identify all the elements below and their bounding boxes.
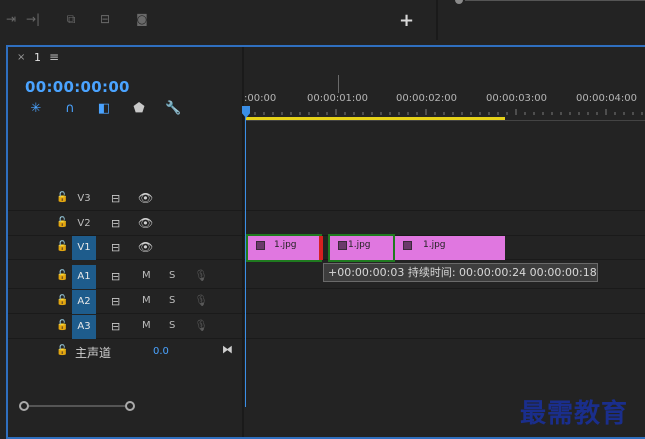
- track-v2: 🔓 V2 ⊟ 👁: [8, 212, 645, 236]
- monitor-controls: ⇥ →| ⧉ ⊟ ◙ +: [0, 0, 438, 40]
- wrench-icon[interactable]: 🔧: [165, 101, 181, 117]
- scrubber-knob[interactable]: [455, 0, 463, 4]
- playhead-timecode[interactable]: 00:00:00:00: [25, 78, 130, 96]
- close-tab-icon[interactable]: ×: [17, 52, 25, 63]
- insert-icon[interactable]: →|: [24, 12, 42, 26]
- ruler-baseline: [246, 120, 645, 121]
- sync-lock-icon[interactable]: ⊟: [111, 295, 120, 308]
- camera-icon[interactable]: ◙: [133, 12, 151, 26]
- ruler-ticks: [246, 109, 643, 115]
- lock-icon[interactable]: 🔓: [56, 345, 68, 356]
- clip[interactable]: 1.jpg: [246, 234, 322, 262]
- mute-button[interactable]: M: [142, 270, 151, 281]
- snap-icon[interactable]: ∩: [62, 101, 78, 117]
- clip[interactable]: 1.jpg: [328, 234, 395, 262]
- lock-icon[interactable]: 🔓: [56, 192, 68, 203]
- ruler-label: 00:00:04:00: [576, 93, 638, 104]
- sync-lock-icon[interactable]: ⊟: [111, 217, 120, 230]
- eye-icon[interactable]: 👁: [138, 191, 153, 205]
- ruler-label: 00:00:03:00: [486, 93, 548, 104]
- track-header: 🔓 V2 ⊟ 👁: [8, 212, 244, 236]
- master-label: 主声道: [75, 346, 112, 360]
- program-monitor-strip: ⇥ →| ⧉ ⊟ ◙ +: [0, 0, 645, 40]
- scrubber-track: [465, 0, 645, 1]
- ruler-label: 00:00:01:00: [307, 93, 369, 104]
- sync-lock-icon[interactable]: ⊟: [111, 270, 120, 283]
- clip-name: 1.jpg: [423, 240, 446, 250]
- fx-badge-icon: [256, 241, 265, 250]
- transition-marker[interactable]: [319, 236, 323, 260]
- clip[interactable]: 1.jpg: [395, 236, 505, 260]
- export-frame-icon[interactable]: ⊟: [96, 12, 114, 26]
- track-a3: 🔓 A3 ⊟ M S 🎙: [8, 315, 645, 339]
- clip-name: 1.jpg: [348, 240, 371, 250]
- clip-name: 1.jpg: [274, 240, 297, 250]
- microphone-icon[interactable]: 🎙: [194, 269, 208, 282]
- lock-icon[interactable]: 🔓: [56, 295, 68, 306]
- track-target[interactable]: A2: [72, 290, 96, 314]
- zoom-scrollbar[interactable]: [21, 405, 133, 407]
- sync-lock-icon[interactable]: ⊟: [111, 320, 120, 333]
- sequence-name[interactable]: 1: [34, 51, 41, 64]
- track-header: 🔓 V1 ⊟ 👁: [8, 236, 244, 260]
- solo-button[interactable]: S: [169, 270, 175, 281]
- microphone-icon[interactable]: 🎙: [194, 319, 208, 332]
- track-target[interactable]: A1: [72, 265, 96, 289]
- watermark-logo: 最需教育: [520, 399, 629, 429]
- master-track: 🔓 主声道 0.0 ⧓: [8, 340, 244, 364]
- track-header: 🔓 A1 ⊟ M S 🎙: [8, 265, 244, 289]
- eye-icon[interactable]: 👁: [138, 216, 153, 230]
- sync-lock-icon[interactable]: ⊟: [111, 192, 120, 205]
- lock-icon[interactable]: 🔓: [56, 241, 68, 252]
- track-v1: 🔓 V1 ⊟ 👁: [8, 236, 645, 260]
- timeline-tab[interactable]: × 1 ≡: [8, 47, 645, 69]
- overwrite-icon[interactable]: ⧉: [62, 12, 80, 26]
- playhead-line: [245, 117, 246, 407]
- track-v3: 🔓 V3 ⊟ 👁: [8, 187, 645, 211]
- timeline-panel: × 1 ≡ 00:00:00:00 ✳ ∩ ◧ ⬟ 🔧 :00:00 00:00…: [6, 45, 645, 439]
- track-target[interactable]: V2: [72, 212, 96, 236]
- solo-button[interactable]: S: [169, 320, 175, 331]
- nest-sequence-icon[interactable]: ✳: [28, 101, 44, 117]
- add-button[interactable]: +: [399, 12, 414, 30]
- eye-icon[interactable]: 👁: [138, 240, 153, 254]
- add-marker-icon[interactable]: ⬟: [131, 101, 147, 117]
- fx-badge-icon: [338, 241, 347, 250]
- bowtie-icon[interactable]: ⧓: [222, 343, 233, 356]
- lock-icon[interactable]: 🔓: [56, 217, 68, 228]
- mute-button[interactable]: M: [142, 320, 151, 331]
- in-out-marker[interactable]: [338, 75, 339, 93]
- track-header: 🔓 A3 ⊟ M S 🎙: [8, 315, 244, 339]
- master-volume[interactable]: 0.0: [153, 346, 169, 357]
- track-target[interactable]: V1: [72, 236, 96, 260]
- fx-badge-icon: [403, 241, 412, 250]
- track-a2: 🔓 A2 ⊟ M S 🎙: [8, 290, 645, 314]
- track-target[interactable]: V3: [72, 187, 96, 211]
- monitor-scrubber: [441, 0, 645, 40]
- panel-menu-icon[interactable]: ≡: [49, 50, 59, 64]
- track-header: 🔓 V3 ⊟ 👁: [8, 187, 244, 211]
- linked-selection-icon[interactable]: ◧: [96, 101, 112, 117]
- zoom-handle-right[interactable]: [125, 401, 135, 411]
- ruler-label: :00:00: [244, 93, 277, 104]
- lock-icon[interactable]: 🔓: [56, 320, 68, 331]
- microphone-icon[interactable]: 🎙: [194, 294, 208, 307]
- trim-tooltip: +00:00:00:03 持续时间: 00:00:00:24 00:00:00:…: [323, 263, 598, 282]
- zoom-handle-left[interactable]: [19, 401, 29, 411]
- step-forward-icon[interactable]: ⇥: [2, 12, 20, 26]
- sync-lock-icon[interactable]: ⊟: [111, 241, 120, 254]
- mute-button[interactable]: M: [142, 295, 151, 306]
- ruler-label: 00:00:02:00: [396, 93, 458, 104]
- track-header: 🔓 A2 ⊟ M S 🎙: [8, 290, 244, 314]
- lock-icon[interactable]: 🔓: [56, 270, 68, 281]
- solo-button[interactable]: S: [169, 295, 175, 306]
- track-target[interactable]: A3: [72, 315, 96, 339]
